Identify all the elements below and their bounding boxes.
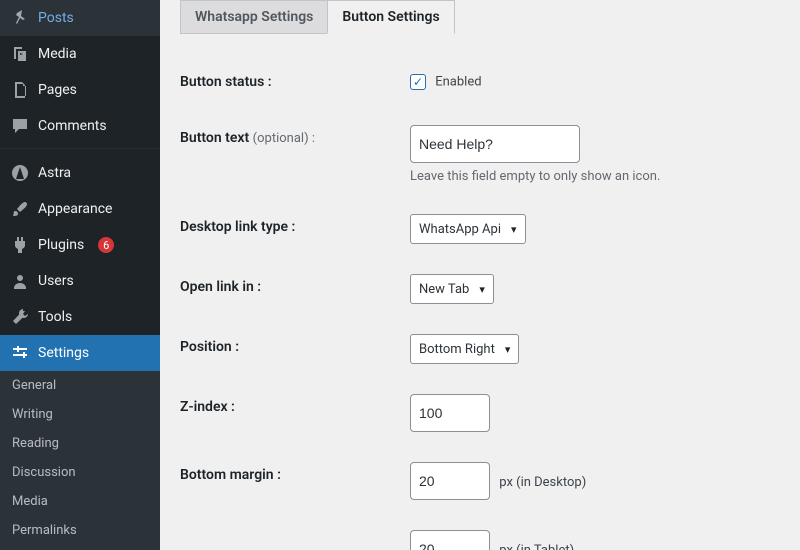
sidebar-sub-permalinks[interactable]: Permalinks (0, 516, 160, 545)
checkbox-button-status[interactable]: ✓ (410, 74, 426, 90)
sidebar-item-tools[interactable]: Tools (0, 299, 160, 335)
sidebar-item-label: Settings (38, 345, 89, 361)
update-badge: 6 (98, 237, 114, 253)
sidebar-item-label: Appearance (38, 201, 112, 217)
input-button-text[interactable] (410, 125, 580, 163)
sidebar-item-label: Posts (38, 10, 74, 26)
pin-icon (10, 8, 30, 28)
chevron-down-icon: ▾ (505, 343, 511, 356)
plug-icon (10, 235, 30, 255)
sidebar-item-users[interactable]: Users (0, 263, 160, 299)
select-desktop-link[interactable]: WhatsApp Api ▾ (410, 214, 526, 244)
sidebar-item-plugins[interactable]: Plugins 6 (0, 227, 160, 263)
chevron-down-icon: ▾ (511, 223, 517, 236)
tab-button-settings[interactable]: Button Settings (327, 0, 454, 34)
sidebar-item-label: Tools (38, 309, 72, 325)
sidebar-item-settings[interactable]: Settings (0, 335, 160, 371)
sidebar-item-label: Users (38, 273, 74, 289)
help-button-text: Leave this field empty to only show an i… (410, 169, 770, 184)
sidebar-item-pages[interactable]: Pages (0, 72, 160, 108)
label-position: Position : (180, 319, 400, 379)
input-bottom-margin-desktop[interactable] (410, 462, 490, 500)
sidebar-item-label: Astra (38, 165, 71, 181)
input-zindex[interactable] (410, 394, 490, 432)
sidebar-sub-discussion[interactable]: Discussion (0, 458, 160, 487)
check-icon: ✓ (413, 76, 423, 88)
admin-sidebar: Posts Media Pages Comments Astra Appeara… (0, 0, 160, 550)
brush-icon (10, 199, 30, 219)
label-zindex: Z-index : (180, 379, 400, 447)
astra-icon (10, 163, 30, 183)
sidebar-item-media[interactable]: Media (0, 36, 160, 72)
label-optional: (optional) : (253, 131, 315, 146)
settings-form: Button status : ✓ Enabled Button text (o… (180, 54, 780, 550)
sliders-icon (10, 343, 30, 363)
page-icon (10, 80, 30, 100)
unit-desktop: px (in Desktop) (499, 475, 586, 490)
sidebar-item-appearance[interactable]: Appearance (0, 191, 160, 227)
sidebar-sub-general[interactable]: General (0, 371, 160, 400)
sidebar-item-comments[interactable]: Comments (0, 108, 160, 144)
settings-tabs: Whatsapp Settings Button Settings (180, 0, 780, 34)
label-open-in: Open link in : (180, 259, 400, 319)
sidebar-item-label: Comments (38, 118, 107, 134)
user-icon (10, 271, 30, 291)
sidebar-item-label: Plugins (38, 237, 84, 253)
sidebar-item-astra[interactable]: Astra (0, 155, 160, 191)
comment-icon (10, 116, 30, 136)
label-button-text: Button text (180, 130, 249, 146)
label-desktop-link: Desktop link type : (180, 199, 400, 259)
sidebar-item-label: Media (38, 46, 77, 62)
tab-whatsapp-settings[interactable]: Whatsapp Settings (180, 0, 328, 34)
select-value: Bottom Right (419, 342, 495, 357)
sidebar-sub-privacy[interactable]: Privacy (0, 545, 160, 550)
chevron-down-icon: ▾ (479, 283, 485, 296)
sidebar-item-label: Pages (38, 82, 77, 98)
media-icon (10, 44, 30, 64)
main-content: Whatsapp Settings Button Settings Button… (160, 0, 800, 550)
select-value: WhatsApp Api (419, 222, 501, 237)
label-bottom-margin: Bottom margin : (180, 447, 400, 515)
unit-tablet: px (in Tablet) (499, 543, 574, 550)
sidebar-separator (0, 144, 160, 149)
label-button-status: Button status : (180, 54, 400, 110)
sidebar-sub-reading[interactable]: Reading (0, 429, 160, 458)
wrench-icon (10, 307, 30, 327)
select-open-in[interactable]: New Tab ▾ (410, 274, 494, 304)
sidebar-sub-media[interactable]: Media (0, 487, 160, 516)
sidebar-sub-writing[interactable]: Writing (0, 400, 160, 429)
checkbox-label: Enabled (435, 74, 481, 89)
select-value: New Tab (419, 282, 469, 297)
sidebar-item-posts[interactable]: Posts (0, 0, 160, 36)
select-position[interactable]: Bottom Right ▾ (410, 334, 519, 364)
input-bottom-margin-tablet[interactable] (410, 530, 490, 550)
